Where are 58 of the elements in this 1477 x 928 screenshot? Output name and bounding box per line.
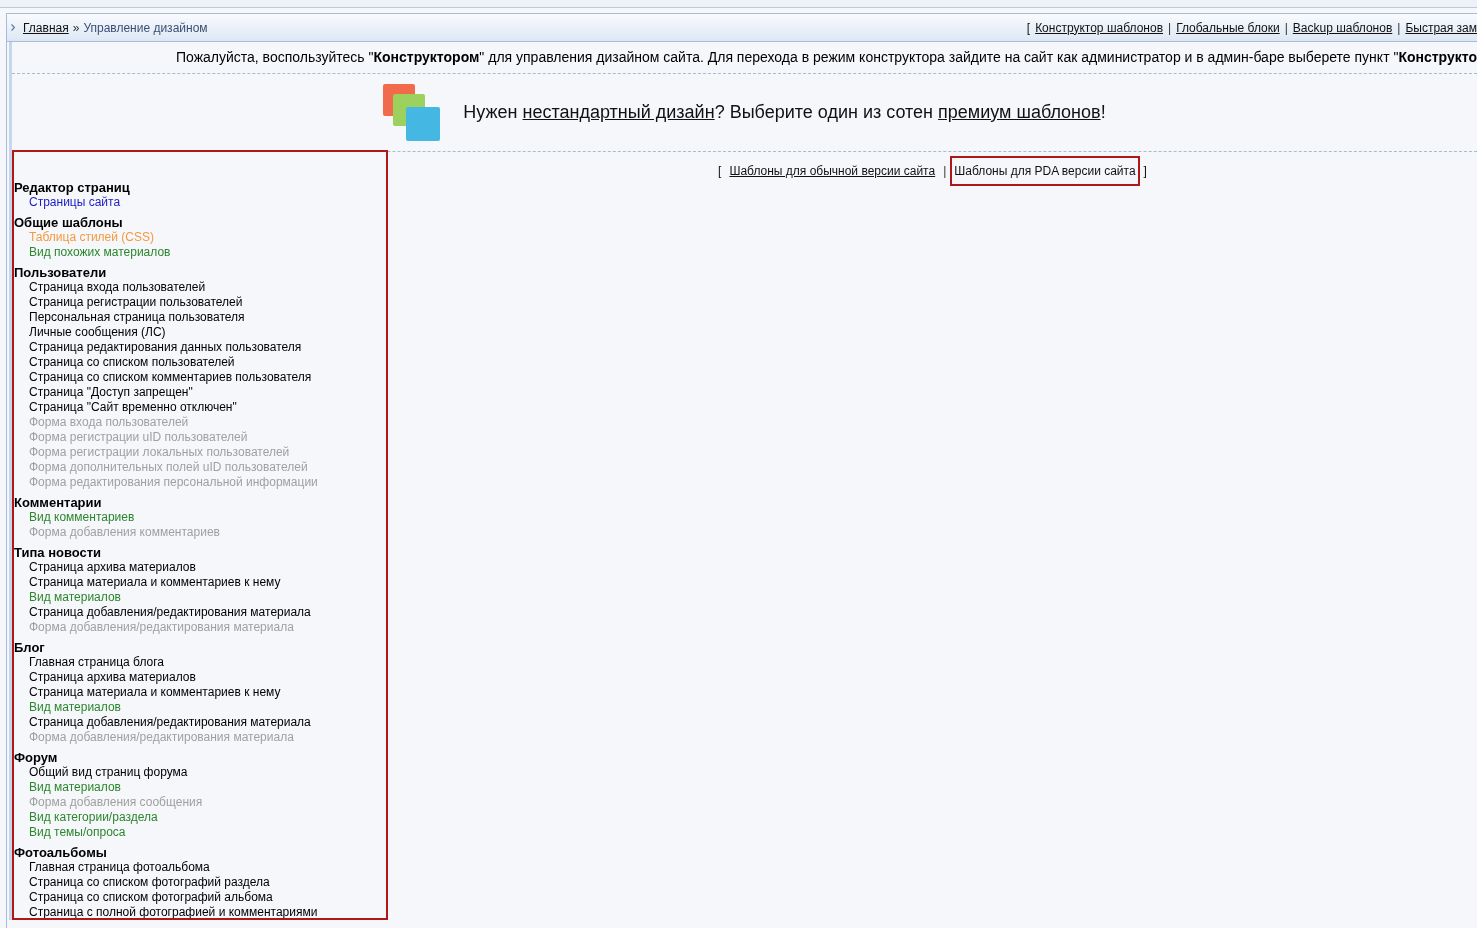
sidebar-item[interactable]: Страница добавления/редактирования материала: [14, 715, 386, 730]
version-tab[interactable]: Шаблоны для обычной версии сайта: [725, 156, 940, 186]
sidebar-item[interactable]: Страница со списком фотографий альбома: [14, 890, 386, 905]
section-heading: Комментарии: [14, 495, 103, 510]
sidebar-item[interactable]: Персональная страница пользователя: [14, 310, 386, 325]
sidebar-item[interactable]: Вид темы/опроса: [14, 825, 386, 840]
sidebar-item[interactable]: Страница со списком комментариев пользователя: [14, 370, 386, 385]
banner-link[interactable]: нестандартный дизайн: [522, 102, 715, 122]
sidebar-item[interactable]: Страница входа пользователей: [14, 280, 386, 295]
breadcrumb-link[interactable]: Главная: [23, 18, 69, 37]
link-separator: |: [1397, 19, 1401, 37]
section-heading: Общие шаблоны: [14, 215, 124, 230]
sidebar-item[interactable]: Страница "Сайт временно отключен": [14, 400, 386, 415]
bracket: [: [1026, 19, 1031, 37]
header-link[interactable]: Глобальные блоки: [1176, 18, 1280, 37]
section-heading: Типа новости: [14, 545, 103, 560]
section-heading: Пользователи: [14, 265, 108, 280]
sidebar-item[interactable]: Вид материалов: [14, 780, 386, 795]
sidebar-item[interactable]: Страница со списком фотографий раздела: [14, 875, 386, 890]
banner-link[interactable]: премиум шаблонов: [938, 102, 1101, 122]
link-separator: |: [1168, 19, 1172, 37]
sidebar-item[interactable]: Вид материалов: [14, 590, 386, 605]
sidebar-item[interactable]: Страница "Доступ запрещен": [14, 385, 386, 400]
sidebar-item[interactable]: Вид материалов: [14, 700, 386, 715]
sidebar-item[interactable]: Страница материала и комментариев к нему: [14, 685, 386, 700]
sidebar-item[interactable]: Страница архива материалов: [14, 560, 386, 575]
notice-text: Пожалуйста, воспользуйтесь "Конструктором" для управления дизайном сайта. Для перехода в режим конструктора зайдите на сайт как администратор и в админ-баре выберете пункт "Конструкто: [175, 48, 1477, 67]
header-link[interactable]: Backup шаблонов: [1292, 18, 1393, 37]
chevron-icon: [11, 24, 15, 31]
sidebar-item[interactable]: Страница со списком пользователей: [14, 355, 386, 370]
section-heading: Редактор страниц: [14, 180, 131, 195]
link-separator: |: [943, 163, 947, 180]
sidebar-item[interactable]: Личные сообщения (ЛС): [14, 325, 386, 340]
breadcrumb-current: Управление дизайном: [83, 19, 208, 37]
sidebar-item[interactable]: Страница с полной фотографией и комментариями: [14, 905, 386, 918]
sidebar-item[interactable]: Главная страница блога: [14, 655, 386, 670]
sidebar-item[interactable]: Вид похожих материалов: [14, 245, 386, 260]
sidebar-item[interactable]: Главная страница фотоальбома: [14, 860, 386, 875]
banner-text: Нужен нестандартный дизайн? Выберите один из сотен премиум шаблонов!: [463, 101, 1106, 124]
sidebar-item[interactable]: Страница добавления/редактирования материала: [14, 605, 386, 620]
section-heading: Блог: [14, 640, 46, 655]
sidebar-item[interactable]: Вид комментариев: [14, 510, 386, 525]
link-separator: |: [1284, 19, 1288, 37]
version-tab[interactable]: Шаблоны для PDA версии сайта: [950, 156, 1140, 186]
sidebar-item[interactable]: Страницы сайта: [14, 195, 386, 210]
bracket: [: [718, 163, 722, 180]
breadcrumb-separator: »: [72, 19, 80, 37]
header-link[interactable]: Быстрая зам: [1405, 18, 1477, 37]
bracket: ]: [1143, 163, 1147, 180]
section-heading: Форум: [14, 750, 59, 765]
sidebar-item[interactable]: Страница материала и комментариев к нему: [14, 575, 386, 590]
header-link[interactable]: Конструктор шаблонов: [1035, 18, 1163, 37]
sidebar-item[interactable]: Вид категории/раздела: [14, 810, 386, 825]
sidebar-item[interactable]: Страница редактирования данных пользователя: [14, 340, 386, 355]
sidebar-item[interactable]: Страница архива материалов: [14, 670, 386, 685]
section-heading: Фотоальбомы: [14, 845, 108, 860]
sidebar-item[interactable]: Общий вид страниц форума: [14, 765, 386, 780]
sidebar-item[interactable]: Страница регистрации пользователей: [14, 295, 386, 310]
